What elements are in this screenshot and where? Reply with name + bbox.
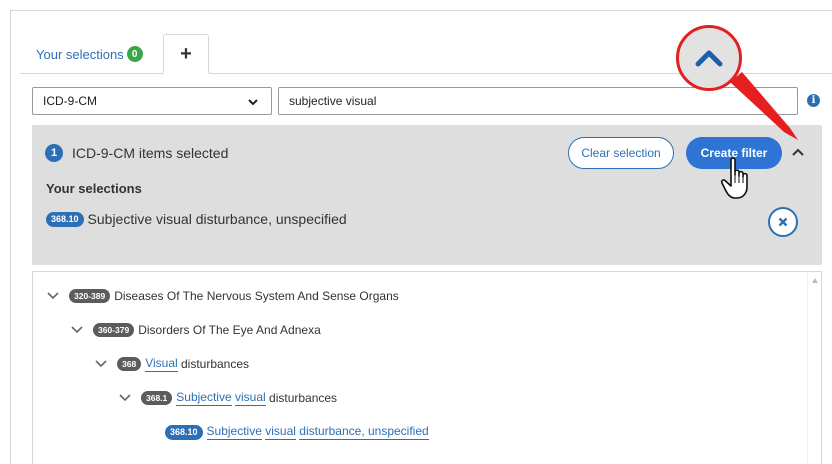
hand-cursor-icon <box>720 157 748 199</box>
annotation-circle <box>676 25 742 91</box>
chevron-up-icon <box>695 50 723 67</box>
